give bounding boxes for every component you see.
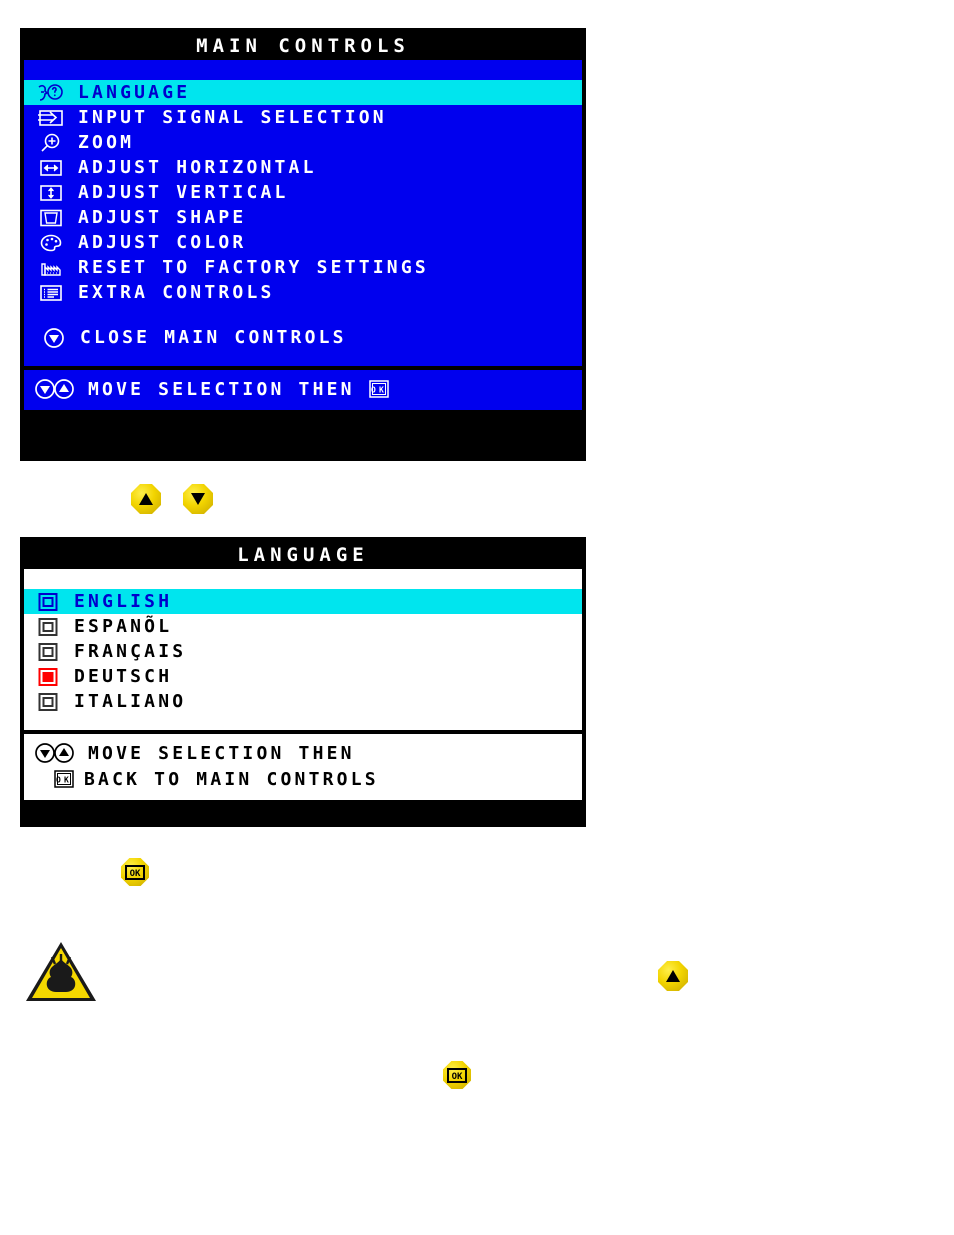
menu-item-adjust-vertical[interactable]: ADJUST VERTICAL (24, 180, 582, 205)
up-arrow-button[interactable] (658, 961, 688, 991)
ok-glyph-icon: OK (121, 858, 149, 886)
ok-button[interactable]: OK (443, 1061, 471, 1089)
zoom-magnifier-plus-icon (36, 132, 66, 154)
adjust-shape-trapezoid-icon (36, 207, 66, 229)
ok-button-icon: OK (368, 380, 389, 398)
up-triangle-icon (658, 961, 688, 991)
language-item-label: ESPANÕL (74, 615, 173, 637)
menu-item-adjust-horizontal[interactable]: ADJUST HORIZONTAL (24, 155, 582, 180)
radio-unselected-icon (36, 591, 60, 613)
up-arrow-button[interactable] (131, 484, 161, 514)
menu-item-label: EXTRA CONTROLS (78, 281, 275, 303)
top-spacer (24, 60, 582, 80)
down-up-arrow-circles-icon (34, 742, 78, 764)
menu-item-adjust-shape[interactable]: ADJUST SHAPE (24, 205, 582, 230)
main-controls-footer-line: MOVE SELECTION THEN OK (24, 376, 582, 402)
ok-glyph-icon: OK (443, 1061, 471, 1089)
language-title: LANGUAGE (24, 541, 582, 569)
ok-button[interactable]: OK (121, 858, 149, 886)
button-body: OK (121, 858, 149, 886)
menu-item-language[interactable]: LANGUAGE (24, 80, 582, 105)
top-spacer (24, 569, 582, 589)
menu-item-close-main-controls[interactable]: CLOSE MAIN CONTROLS (24, 325, 582, 350)
menu-item-reset-to-factory-settings[interactable]: RESET TO FACTORY SETTINGS (24, 255, 582, 280)
adjust-horizontal-arrows-icon (36, 157, 66, 179)
down-arrow-circle-icon (42, 327, 66, 349)
button-body (183, 484, 213, 514)
menu-item-label: RESET TO FACTORY SETTINGS (78, 256, 429, 278)
menu-item-label: ADJUST SHAPE (78, 206, 247, 228)
language-footer-label-2: BACK TO MAIN CONTROLS (84, 768, 379, 790)
svg-text:OK: OK (452, 1072, 463, 1082)
main-controls-item-list: LANGUAGE INPUT SIGNAL SELECTION ZOOM ADJ… (24, 60, 582, 366)
bottom-spacer (24, 714, 582, 730)
down-arrow-button[interactable] (183, 484, 213, 514)
language-item-deutsch[interactable]: DEUTSCH (24, 664, 582, 689)
language-item-label: DEUTSCH (74, 665, 173, 687)
svg-text:OK: OK (56, 776, 72, 785)
menu-item-label: ADJUST HORIZONTAL (78, 156, 317, 178)
extra-controls-list-icon (36, 282, 66, 304)
up-triangle-icon (131, 484, 161, 514)
svg-text:OK: OK (371, 386, 387, 395)
language-item-list: ENGLISH ESPANÕL FRANÇAIS DEUTSCH ITALIAN… (24, 569, 582, 730)
svg-text:OK: OK (130, 869, 141, 879)
factory-reset-icon (36, 257, 66, 279)
language-footer-line-2: OK BACK TO MAIN CONTROLS (24, 766, 582, 792)
language-footer-label-1: MOVE SELECTION THEN (88, 742, 355, 764)
main-controls-footer-label: MOVE SELECTION THEN (88, 378, 355, 400)
main-controls-osd-panel: MAIN CONTROLS LANGUAGE INPUT SIGNAL SELE… (20, 28, 586, 461)
menu-item-adjust-color[interactable]: ADJUST COLOR (24, 230, 582, 255)
language-item-english[interactable]: ENGLISH (24, 589, 582, 614)
down-up-arrow-circles-icon (34, 378, 78, 400)
menu-item-label: LANGUAGE (78, 81, 191, 103)
menu-item-label: INPUT SIGNAL SELECTION (78, 106, 387, 128)
warning-triangle-icon (22, 937, 100, 1007)
button-body: OK (443, 1061, 471, 1089)
language-item-label: ENGLISH (74, 590, 173, 612)
main-controls-title: MAIN CONTROLS (24, 32, 582, 60)
down-triangle-icon (183, 484, 213, 514)
ok-button-icon: OK (54, 770, 74, 788)
input-signal-arrow-icon (36, 107, 66, 129)
menu-item-label: CLOSE MAIN CONTROLS (80, 326, 347, 348)
language-face-question-icon (36, 82, 66, 104)
radio-unselected-icon (36, 641, 60, 663)
language-item-italiano[interactable]: ITALIANO (24, 689, 582, 714)
adjust-color-palette-icon (36, 232, 66, 254)
language-footer: MOVE SELECTION THEN OK BACK TO MAIN CONT… (24, 734, 582, 800)
language-item-label: FRANÇAIS (74, 640, 187, 662)
menu-item-label: ZOOM (78, 131, 135, 153)
language-footer-line-1: MOVE SELECTION THEN (24, 740, 582, 766)
radio-unselected-icon (36, 616, 60, 638)
language-item-espanol[interactable]: ESPANÕL (24, 614, 582, 639)
menu-item-label: ADJUST COLOR (78, 231, 247, 253)
menu-item-zoom[interactable]: ZOOM (24, 130, 582, 155)
button-body (131, 484, 161, 514)
language-item-label: ITALIANO (74, 690, 187, 712)
menu-item-input-signal-selection[interactable]: INPUT SIGNAL SELECTION (24, 105, 582, 130)
menu-item-label: ADJUST VERTICAL (78, 181, 289, 203)
post-close-spacer (24, 350, 582, 366)
button-body (658, 961, 688, 991)
radio-selected-active-icon (36, 666, 60, 688)
language-item-francais[interactable]: FRANÇAIS (24, 639, 582, 664)
language-osd-panel: LANGUAGE ENGLISH ESPANÕL FRANÇAIS DEUTSC… (20, 537, 586, 827)
radio-unselected-icon (36, 691, 60, 713)
main-controls-footer: MOVE SELECTION THEN OK (24, 370, 582, 410)
pre-close-spacer (24, 305, 582, 325)
adjust-vertical-arrows-icon (36, 182, 66, 204)
menu-item-extra-controls[interactable]: EXTRA CONTROLS (24, 280, 582, 305)
